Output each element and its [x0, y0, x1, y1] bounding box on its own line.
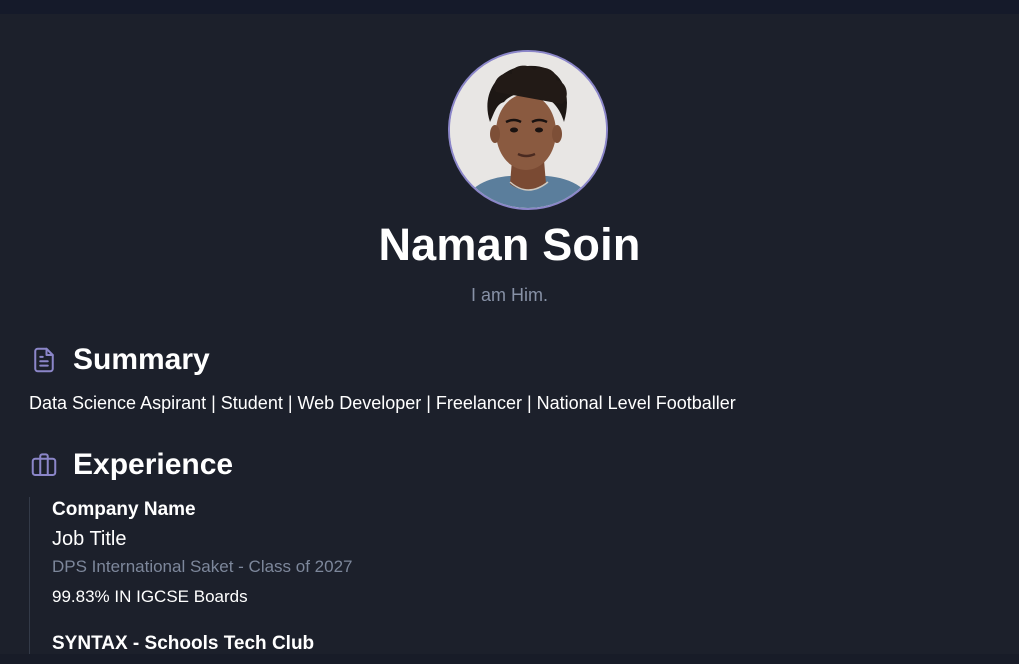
experience-job-title: Job Title: [52, 528, 127, 550]
document-icon: [29, 345, 59, 375]
briefcase-icon: [29, 450, 59, 480]
experience-heading: Experience: [73, 448, 234, 481]
profile-name: Naman Soin: [378, 219, 641, 270]
profile-tagline: I am Him.: [470, 285, 548, 305]
top-bar: [0, 0, 1019, 14]
experience-company: SYNTAX - Schools Tech Club: [52, 633, 315, 654]
profile-photo: [450, 52, 606, 208]
experience-subtitle: DPS International Saket - Class of 2027: [52, 557, 353, 576]
experience-list: Company Name Job Title DPS International…: [29, 497, 729, 657]
avatar: [448, 50, 608, 210]
summary-heading: Summary: [73, 343, 210, 376]
bottom-bar: [0, 654, 1019, 664]
experience-description: 99.83% IN IGCSE Boards: [52, 587, 248, 606]
experience-company: Company Name: [52, 499, 196, 520]
summary-text: Data Science Aspirant | Student | Web De…: [29, 393, 736, 413]
